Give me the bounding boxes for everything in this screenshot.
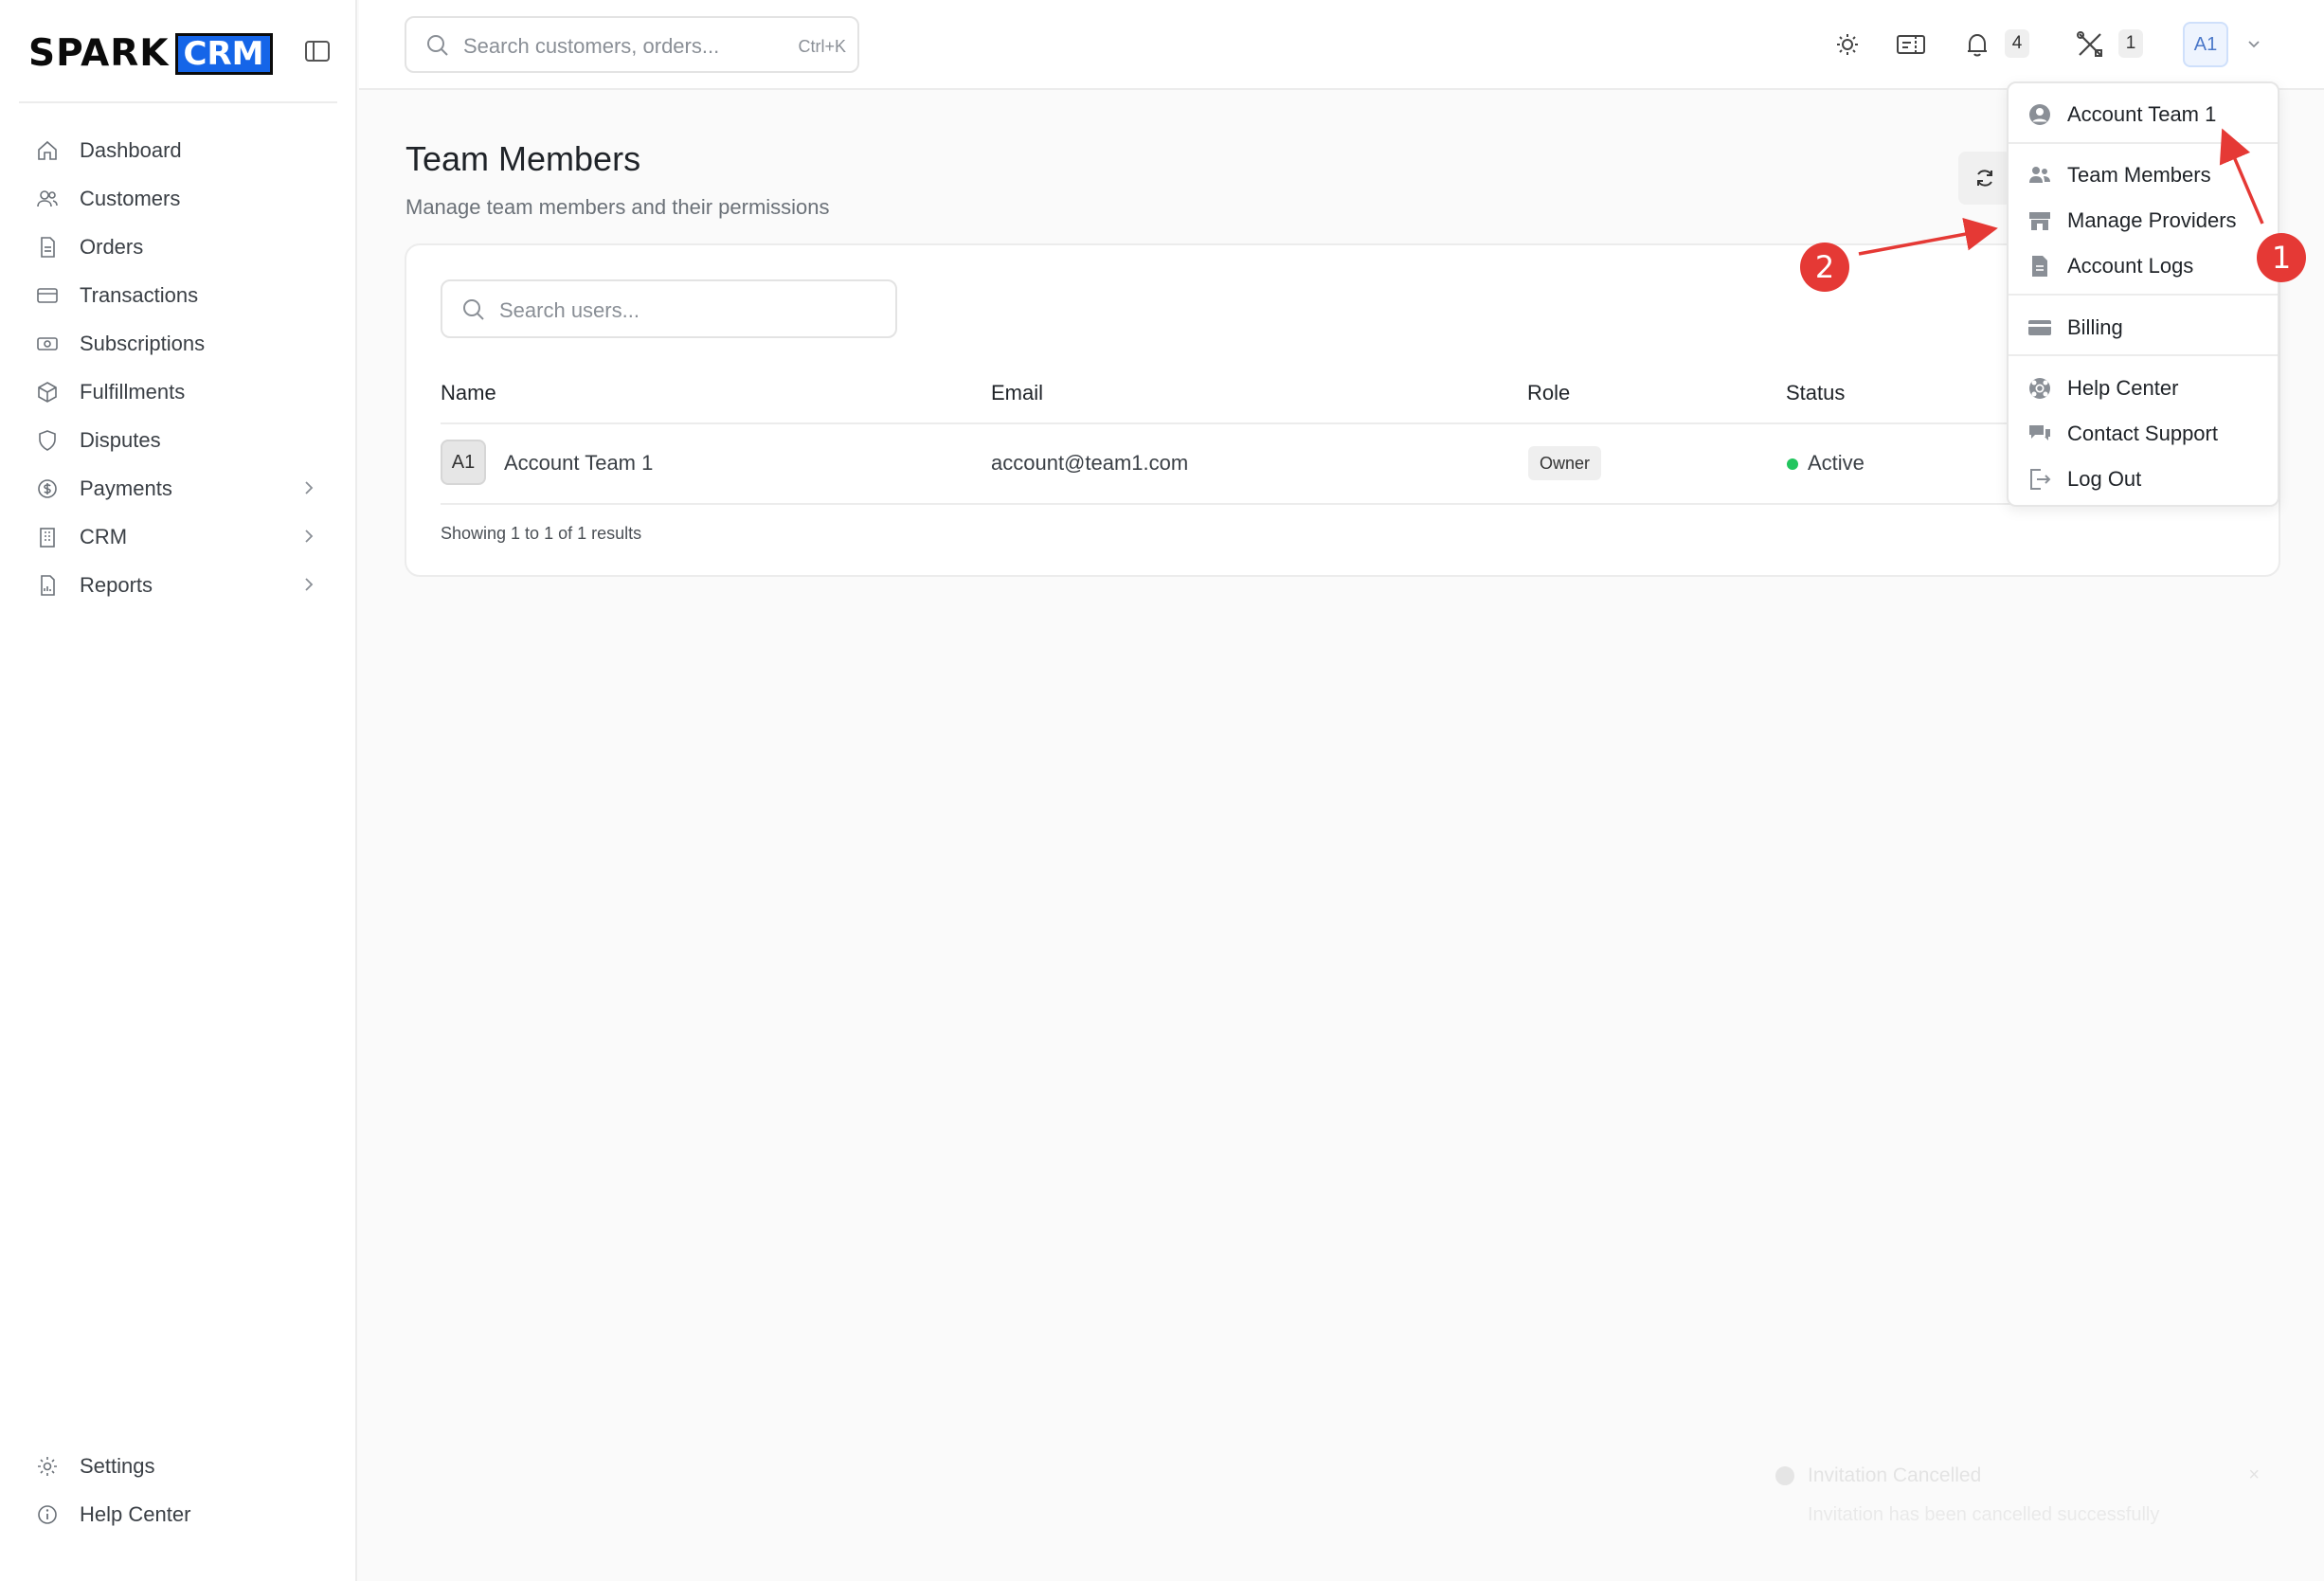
toast-notification: Invitation Cancelled Invitation has been…: [1760, 1449, 2277, 1554]
annotation-marker-1: 1: [2257, 233, 2306, 282]
annotation-marker-2: 2: [1800, 243, 1849, 292]
check-circle-icon: [1775, 1466, 1794, 1485]
toast-title: Invitation Cancelled: [1808, 1464, 1982, 1486]
toast-close-button[interactable]: ×: [2248, 1464, 2260, 1486]
annotation-arrows: [1858, 128, 2264, 256]
annotation-arrow-1: [2219, 128, 2264, 225]
annotation-arrow-2: [1858, 217, 1998, 256]
toast-message: Invitation has been cancelled successful…: [1808, 1504, 2160, 1525]
